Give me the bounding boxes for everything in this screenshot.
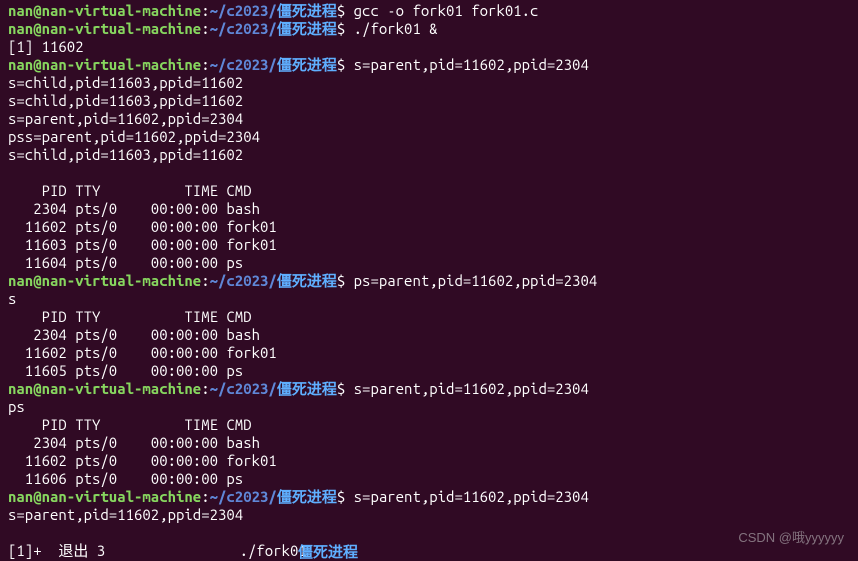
output-text — [8, 164, 16, 181]
terminal-line: nan@nan-virtual-machine:~/c2023/僵死进程$ ./… — [8, 20, 850, 38]
terminal-line: s=parent,pid=11602,ppid=2304 — [8, 110, 850, 128]
terminal-line: nan@nan-virtual-machine:~/c2023/僵死进程$ s=… — [8, 380, 850, 398]
output-text: PID TTY TIME CMD — [8, 182, 252, 199]
prompt-path: ~/c2023/ — [210, 380, 277, 397]
terminal-line: s=parent,pid=11602,ppid=2304 — [8, 506, 850, 524]
prompt-dollar: $ — [337, 56, 354, 73]
output-text: 11605 pts/0 00:00:00 ps — [8, 362, 243, 379]
terminal-line: PID TTY TIME CMD — [8, 182, 850, 200]
output-text: PID TTY TIME CMD — [8, 416, 252, 433]
prompt-user: nan@nan-virtual-machine — [8, 380, 201, 397]
prompt-subdir: 僵死进程 — [277, 380, 337, 397]
output-text: 2304 pts/0 00:00:00 bash — [8, 200, 260, 217]
terminal-line: 11605 pts/0 00:00:00 ps — [8, 362, 850, 380]
output-text: 2304 pts/0 00:00:00 bash — [8, 326, 260, 343]
command-text: ./fork01 & — [354, 20, 438, 37]
terminal-line: 11602 pts/0 00:00:00 fork01 — [8, 218, 850, 236]
prompt-dollar: $ — [337, 380, 354, 397]
prompt-user: nan@nan-virtual-machine — [8, 488, 201, 505]
terminal-line: s=child,pid=11603,ppid=11602 — [8, 74, 850, 92]
terminal-line: 11602 pts/0 00:00:00 fork01 — [8, 452, 850, 470]
command-text: s=parent,pid=11602,ppid=2304 — [354, 56, 589, 73]
prompt-user: nan@nan-virtual-machine — [8, 2, 201, 19]
prompt-subdir: 僵死进程 — [277, 56, 337, 73]
output-text: 11606 pts/0 00:00:00 ps — [8, 470, 243, 487]
terminal-line: nan@nan-virtual-machine:~/c2023/僵死进程$ s=… — [8, 488, 850, 506]
output-text: pss=parent,pid=11602,ppid=2304 — [8, 128, 260, 145]
terminal-line — [8, 164, 850, 182]
prompt-user: nan@nan-virtual-machine — [8, 20, 201, 37]
prompt-path: ~/c2023/ — [210, 488, 277, 505]
prompt-path: ~/c2023/ — [210, 272, 277, 289]
output-text — [8, 524, 16, 541]
prompt-path: ~/c2023/ — [210, 20, 277, 37]
output-text: s=parent,pid=11602,ppid=2304 — [8, 506, 243, 523]
terminal-line: nan@nan-virtual-machine:~/c2023/僵死进程$ ps… — [8, 272, 850, 290]
output-text: ps — [8, 398, 25, 415]
terminal-line: 11606 pts/0 00:00:00 ps — [8, 470, 850, 488]
output-text: [1] 11602 — [8, 38, 84, 55]
prompt-dollar: $ — [337, 20, 354, 37]
output-text: 11604 pts/0 00:00:00 ps — [8, 254, 243, 271]
output-text: PID TTY TIME CMD — [8, 308, 252, 325]
output-text: s=child,pid=11603,ppid=11602 — [8, 146, 243, 163]
terminal-line: 11604 pts/0 00:00:00 ps — [8, 254, 850, 272]
output-text: s=child,pid=11603,ppid=11602 — [8, 92, 243, 109]
output-text: 11603 pts/0 00:00:00 fork01 — [8, 236, 277, 253]
prompt-path: ~/c2023/ — [210, 56, 277, 73]
prompt-colon: : — [201, 488, 209, 505]
command-text: ps=parent,pid=11602,ppid=2304 — [354, 272, 598, 289]
command-text: s=parent,pid=11602,ppid=2304 — [354, 488, 589, 505]
terminal-line: 2304 pts/0 00:00:00 bash — [8, 434, 850, 452]
terminal-line: PID TTY TIME CMD — [8, 308, 850, 326]
output-text: 2304 pts/0 00:00:00 bash — [8, 434, 260, 451]
output-text: s — [8, 290, 16, 307]
terminal-line: 11603 pts/0 00:00:00 fork01 — [8, 236, 850, 254]
terminal-line: [1]+ 退出 3 ./fork01 — [8, 542, 850, 560]
prompt-dollar: $ — [337, 2, 354, 19]
terminal-line: pss=parent,pid=11602,ppid=2304 — [8, 128, 850, 146]
prompt-colon: : — [201, 380, 209, 397]
prompt-subdir: 僵死进程 — [277, 488, 337, 505]
prompt-path: ~/c2023/ — [210, 2, 277, 19]
prompt-subdir: 僵死进程 — [277, 20, 337, 37]
terminal-output[interactable]: nan@nan-virtual-machine:~/c2023/僵死进程$ gc… — [8, 2, 850, 560]
prompt-colon: : — [201, 56, 209, 73]
output-text: s=parent,pid=11602,ppid=2304 — [8, 110, 243, 127]
command-text: gcc -o fork01 fork01.c — [354, 2, 539, 19]
terminal-line: [1] 11602 — [8, 38, 850, 56]
terminal-line: s — [8, 290, 850, 308]
terminal-line: s=child,pid=11603,ppid=11602 — [8, 92, 850, 110]
prompt-dollar: $ — [337, 488, 354, 505]
terminal-line: PID TTY TIME CMD — [8, 416, 850, 434]
output-text: 11602 pts/0 00:00:00 fork01 — [8, 452, 277, 469]
prompt-colon: : — [201, 272, 209, 289]
prompt-user: nan@nan-virtual-machine — [8, 56, 201, 73]
output-text: s=child,pid=11603,ppid=11602 — [8, 74, 243, 91]
bottom-highlight-subdir: 僵死进程 — [298, 543, 358, 561]
prompt-user: nan@nan-virtual-machine — [8, 272, 201, 289]
output-text: [1]+ 退出 3 ./fork01 — [8, 542, 307, 559]
watermark: CSDN @哦yyyyyy — [738, 529, 844, 547]
prompt-colon: : — [201, 2, 209, 19]
command-text: s=parent,pid=11602,ppid=2304 — [354, 380, 589, 397]
terminal-line: 11602 pts/0 00:00:00 fork01 — [8, 344, 850, 362]
terminal-line: 2304 pts/0 00:00:00 bash — [8, 326, 850, 344]
prompt-dollar: $ — [337, 272, 354, 289]
terminal-line: ps — [8, 398, 850, 416]
terminal-line: s=child,pid=11603,ppid=11602 — [8, 146, 850, 164]
output-text: 11602 pts/0 00:00:00 fork01 — [8, 218, 277, 235]
prompt-colon: : — [201, 20, 209, 37]
prompt-subdir: 僵死进程 — [277, 272, 337, 289]
terminal-line: 2304 pts/0 00:00:00 bash — [8, 200, 850, 218]
terminal-line — [8, 524, 850, 542]
terminal-line: nan@nan-virtual-machine:~/c2023/僵死进程$ s=… — [8, 56, 850, 74]
output-text: 11602 pts/0 00:00:00 fork01 — [8, 344, 277, 361]
terminal-line: nan@nan-virtual-machine:~/c2023/僵死进程$ gc… — [8, 2, 850, 20]
prompt-subdir: 僵死进程 — [277, 2, 337, 19]
